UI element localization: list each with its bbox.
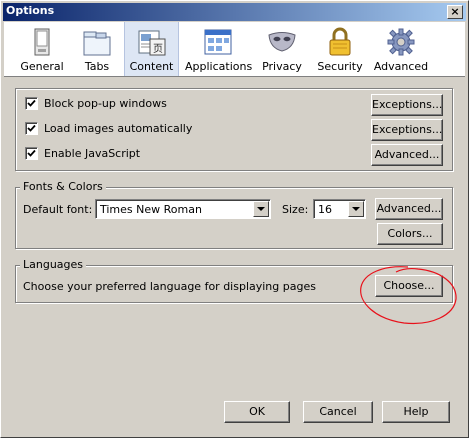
options-dialog: Options × General Tabs 页 Content Applica…: [0, 0, 469, 438]
checkmark-icon: [27, 149, 36, 157]
tab-advanced-label: Advanced: [373, 60, 429, 73]
general-icon: [34, 28, 50, 56]
content-icon: 页: [138, 30, 165, 56]
languages-title: Languages: [20, 258, 87, 271]
languages-description: Choose your preferred language for displ…: [23, 280, 316, 293]
tab-applications-label: Applications: [185, 60, 253, 73]
tab-privacy-label: Privacy: [262, 60, 302, 73]
annotation-circle: [360, 266, 457, 325]
fonts-advanced-button[interactable]: Advanced...: [375, 198, 443, 220]
popup-exceptions-button[interactable]: Exceptions...: [371, 94, 443, 116]
tab-applications[interactable]: Applications: [185, 22, 253, 76]
font-size-value: 16: [318, 203, 332, 216]
window-title: Options: [6, 4, 55, 17]
close-button[interactable]: ×: [447, 5, 463, 19]
colors-button[interactable]: Colors...: [377, 223, 443, 245]
tab-advanced[interactable]: Advanced: [372, 22, 430, 76]
default-font-value: Times New Roman: [100, 203, 202, 216]
help-button[interactable]: Help: [382, 401, 450, 423]
tab-content[interactable]: 页 Content: [124, 22, 179, 76]
tab-security-label: Security: [317, 60, 363, 73]
size-label: Size:: [282, 203, 309, 216]
privacy-mask-icon: [268, 32, 296, 52]
tab-tabs-label: Tabs: [84, 60, 110, 73]
load-images-checkbox[interactable]: [25, 122, 38, 135]
block-popups-label: Block pop-up windows: [44, 97, 167, 110]
default-font-label: Default font:: [23, 203, 93, 216]
svg-text:页: 页: [153, 43, 163, 55]
fonts-colors-title: Fonts & Colors: [20, 180, 106, 193]
load-images-label: Load images automatically: [44, 122, 193, 135]
block-popups-checkbox[interactable]: [25, 97, 38, 110]
default-font-select[interactable]: Times New Roman: [95, 199, 271, 219]
checkmark-icon: [27, 99, 36, 107]
font-size-select[interactable]: 16: [313, 199, 366, 219]
enable-javascript-checkbox[interactable]: [25, 147, 38, 160]
gear-icon: [387, 28, 415, 56]
chevron-down-icon[interactable]: [253, 201, 269, 217]
javascript-advanced-button[interactable]: Advanced...: [371, 144, 443, 166]
ok-button[interactable]: OK: [224, 401, 290, 423]
applications-icon: [204, 29, 232, 55]
tab-privacy[interactable]: Privacy: [257, 22, 307, 76]
tab-general-label: General: [20, 60, 64, 73]
tab-security[interactable]: Security: [312, 22, 368, 76]
tabs-icon: [83, 31, 111, 56]
title-bar[interactable]: Options ×: [3, 3, 466, 21]
images-exceptions-button[interactable]: Exceptions...: [371, 119, 443, 141]
tab-content-label: Content: [129, 60, 174, 73]
checkmark-icon: [27, 124, 36, 132]
chevron-down-icon[interactable]: [348, 201, 364, 217]
enable-javascript-label: Enable JavaScript: [44, 147, 141, 160]
cancel-button[interactable]: Cancel: [303, 401, 373, 423]
pane-toolbar: General Tabs 页 Content Applications Priv…: [4, 22, 465, 77]
close-icon: ×: [450, 5, 460, 18]
tab-tabs[interactable]: Tabs: [72, 22, 122, 76]
tab-general[interactable]: General: [13, 22, 71, 76]
lock-icon: [329, 27, 351, 56]
